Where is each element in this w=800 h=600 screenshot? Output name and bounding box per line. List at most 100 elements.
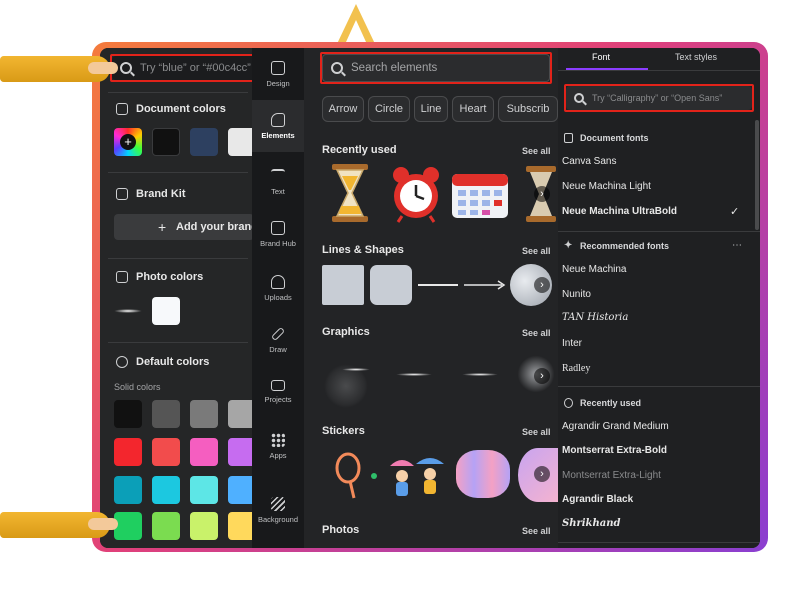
- rail-item-projects[interactable]: Projects: [252, 366, 304, 418]
- gradient-wave-sticker[interactable]: [456, 450, 510, 498]
- sparkle-photo-thumb[interactable]: [114, 309, 142, 313]
- rail-item-text[interactable]: Text: [252, 156, 304, 208]
- color-swatch[interactable]: [114, 438, 142, 466]
- tab-font[interactable]: Font: [592, 52, 610, 62]
- color-swatch[interactable]: [190, 400, 218, 428]
- font-panel: Font Text styles Try “Calligraphy” or “O…: [558, 48, 760, 548]
- add-brand-label: Add your brand: [176, 221, 258, 233]
- color-swatch[interactable]: [190, 128, 218, 156]
- rail-label: Text: [271, 186, 285, 196]
- square-shape[interactable]: [322, 265, 364, 305]
- color-search-input[interactable]: Try “blue” or “#00c4cc”: [110, 54, 258, 82]
- color-swatch[interactable]: [190, 438, 218, 466]
- scrollbar-thumb[interactable]: [755, 120, 759, 230]
- font-item-inter[interactable]: Inter: [562, 338, 582, 349]
- font-item-neue-machina-ultrabold[interactable]: Neue Machina UltraBold: [562, 206, 677, 217]
- rail-item-uploads[interactable]: Uploads: [252, 262, 304, 314]
- grid-icon: [271, 432, 285, 447]
- font-item-montserrat-extra-light[interactable]: Montserrat Extra-Light: [562, 470, 661, 481]
- text-icon: [271, 168, 285, 183]
- see-all-link[interactable]: See all: [522, 526, 551, 536]
- font-search-placeholder: Try “Calligraphy” or “Open Sans”: [592, 93, 723, 103]
- chip-subscribe[interactable]: Subscrib: [498, 96, 558, 122]
- color-swatch[interactable]: [152, 476, 180, 504]
- sparkle-graphic[interactable]: [396, 373, 432, 376]
- font-item-nunito[interactable]: Nunito: [562, 289, 591, 300]
- more-options-icon[interactable]: ⋯: [732, 240, 742, 251]
- see-all-link[interactable]: See all: [522, 146, 551, 156]
- line-shape[interactable]: [418, 284, 458, 286]
- color-swatch[interactable]: [190, 476, 218, 504]
- font-item-agrandir-grand-medium[interactable]: Agrandir Grand Medium: [562, 421, 669, 432]
- font-item-neue-machina[interactable]: Neue Machina: [562, 264, 626, 275]
- sparkle-icon: ✦: [564, 240, 573, 251]
- shapes-icon: [271, 112, 285, 127]
- add-brand-button[interactable]: + Add your brand: [114, 214, 258, 240]
- decorative-triangle-inner: [346, 20, 366, 42]
- arrow-line-shape[interactable]: [462, 278, 508, 292]
- color-swatch[interactable]: [114, 512, 142, 540]
- pen-icon: [270, 326, 286, 341]
- color-swatch[interactable]: [152, 438, 180, 466]
- scroll-right-icon[interactable]: ›: [534, 186, 550, 202]
- font-item-neue-machina-light[interactable]: Neue Machina Light: [562, 181, 651, 192]
- elements-search-input[interactable]: Search elements: [320, 52, 552, 84]
- font-item-canva-sans[interactable]: Canva Sans: [562, 156, 616, 167]
- tab-text-styles[interactable]: Text styles: [675, 52, 717, 62]
- editor-screen: Try “blue” or “#00c4cc” Document colors …: [100, 48, 760, 548]
- calendar-sticker[interactable]: [450, 170, 510, 220]
- sparkle-graphic[interactable]: [462, 373, 498, 376]
- font-item-tan-historia[interactable]: TAN Historia: [562, 312, 628, 323]
- sparkle-graphic[interactable]: [342, 368, 370, 371]
- color-swatch[interactable]: [114, 400, 142, 428]
- cloud-upload-icon: [271, 274, 285, 289]
- font-item-agrandir-black[interactable]: Agrandir Black: [562, 494, 633, 505]
- see-all-link[interactable]: See all: [522, 427, 551, 437]
- divider: [558, 386, 760, 387]
- stickers-title: Stickers: [322, 425, 365, 437]
- scroll-right-icon[interactable]: ›: [534, 466, 550, 482]
- chip-circle[interactable]: Circle: [368, 96, 410, 122]
- rounded-square-shape[interactable]: [370, 265, 412, 305]
- see-all-link[interactable]: See all: [522, 328, 551, 338]
- check-icon: ✓: [730, 206, 740, 218]
- font-search-input[interactable]: Try “Calligraphy” or “Open Sans”: [564, 84, 754, 112]
- rail-item-brand-hub[interactable]: Brand Hub: [252, 208, 304, 260]
- chip-heart[interactable]: Heart: [452, 96, 494, 122]
- rail-item-draw[interactable]: Draw: [252, 314, 304, 366]
- font-item-shrikhand[interactable]: Shrikhand: [562, 518, 621, 529]
- search-icon: [120, 62, 132, 74]
- brand-kit-icon: [116, 188, 128, 200]
- photo-colors-title: Photo colors: [136, 271, 204, 283]
- image-icon: [116, 271, 128, 283]
- color-swatch[interactable]: [152, 128, 180, 156]
- see-all-link[interactable]: See all: [522, 246, 551, 256]
- scroll-right-icon[interactable]: ›: [534, 277, 550, 293]
- rail-item-apps[interactable]: Apps: [252, 420, 304, 472]
- search-icon: [574, 93, 584, 103]
- color-swatch[interactable]: [190, 512, 218, 540]
- tennis-racket-sticker[interactable]: [332, 452, 380, 502]
- color-swatch[interactable]: [152, 400, 180, 428]
- color-swatch[interactable]: [152, 512, 180, 540]
- rail-item-elements[interactable]: Elements: [252, 100, 304, 152]
- rail-item-design[interactable]: Design: [252, 48, 304, 100]
- divider: [108, 258, 248, 259]
- font-item-montserrat-extra-bold[interactable]: Montserrat Extra-Bold: [562, 445, 667, 456]
- alarm-clock-sticker[interactable]: [390, 166, 442, 224]
- brand-kit-heading: Brand Kit: [116, 188, 186, 200]
- color-swatch[interactable]: [114, 476, 142, 504]
- document-fonts-title: Document fonts: [580, 133, 649, 143]
- default-colors-title: Default colors: [136, 356, 210, 368]
- font-item-radley[interactable]: Radley: [562, 363, 590, 374]
- divider: [108, 92, 248, 93]
- color-search-placeholder: Try “blue” or “#00c4cc”: [140, 62, 251, 74]
- hourglass-sticker[interactable]: [330, 162, 370, 224]
- kids-umbrella-sticker[interactable]: [386, 452, 448, 502]
- color-swatch[interactable]: [152, 297, 180, 325]
- add-color-button[interactable]: +: [114, 128, 142, 156]
- chip-arrow[interactable]: Arrow: [322, 96, 364, 122]
- scroll-right-icon[interactable]: ›: [534, 368, 550, 384]
- rail-item-background[interactable]: Background: [252, 484, 304, 536]
- chip-line[interactable]: Line: [414, 96, 448, 122]
